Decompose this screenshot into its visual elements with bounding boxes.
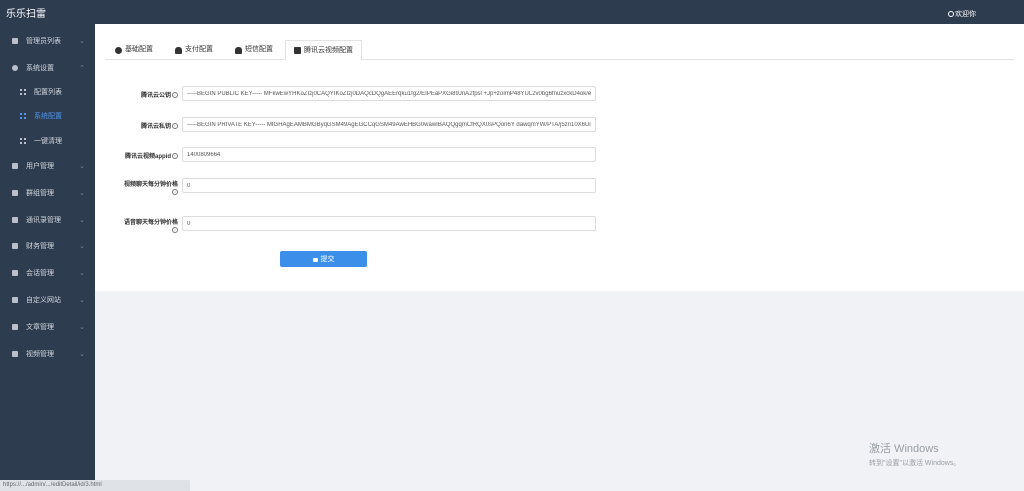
chevron-down-icon: ⌄ [79, 38, 85, 45]
sidebar-item-session-management[interactable]: 会话管理 ⌄ [0, 265, 95, 281]
group-icon [12, 190, 18, 196]
info-icon: i [172, 153, 178, 160]
gear-icon [12, 65, 18, 71]
sidebar-item-system-settings[interactable]: 系统设置 ⌃ [0, 60, 95, 76]
config-tabs: 基础配置 支付配置 短信配置 腾讯云视频配置 [105, 40, 1014, 61]
submit-button[interactable]: 提交 [280, 251, 367, 267]
tab-label: 腾讯云视频配置 [304, 46, 353, 54]
sidebar-item-finance-management[interactable]: 财务管理 ⌄ [0, 238, 95, 254]
sidebar-item-custom-website[interactable]: 自定义网站 ⌄ [0, 292, 95, 308]
cube-icon [294, 47, 301, 54]
sidebar-item-label: 管理员列表 [26, 38, 61, 45]
welcome-label: 欢迎你 [955, 11, 976, 18]
cloud-icon [235, 46, 242, 54]
sidebar-item-admin-list[interactable]: 管理员列表 ⌄ [0, 33, 95, 49]
sidebar-item-label: 通讯录管理 [26, 217, 61, 224]
welcome-menu[interactable]: 欢迎你 [948, 9, 976, 19]
field-label-text: 腾讯云公钥 [140, 93, 171, 99]
sidebar-item-system-config[interactable]: 系统配置 [0, 108, 95, 124]
tab-payment-config[interactable]: 支付配置 [175, 40, 213, 60]
chevron-up-icon: ⌃ [79, 65, 85, 72]
info-icon: i [172, 123, 178, 130]
field-label: 语音聊天每分钟价格 i [100, 219, 178, 235]
sidebar-item-one-click-clean[interactable]: 一键清理 [0, 133, 95, 149]
sidebar-item-article-management[interactable]: 文章管理 ⌄ [0, 319, 95, 335]
user-icon [12, 217, 18, 223]
sidebar-item-label: 文章管理 [26, 324, 54, 331]
tab-label: 支付配置 [185, 46, 213, 53]
user-icon [12, 163, 18, 169]
gear-icon [115, 46, 122, 54]
main-content: 基础配置 支付配置 短信配置 腾讯云视频配置 腾讯云公钥i 腾讯云私钥i 腾讯云… [95, 24, 1024, 291]
user-circle-icon [948, 11, 954, 17]
sidebar-item-label: 系统配置 [34, 113, 62, 120]
chevron-down-icon: ⌄ [79, 270, 85, 277]
chevron-down-icon: ⌄ [79, 351, 85, 358]
chevron-down-icon: ⌄ [79, 297, 85, 304]
activation-title: 激活 Windows [869, 443, 939, 455]
grid-icon [20, 113, 26, 119]
chart-icon [12, 243, 18, 249]
doc-icon [12, 324, 18, 330]
private-key-input[interactable] [182, 117, 596, 132]
sidebar-item-label: 群组管理 [26, 190, 54, 197]
sidebar: 管理员列表 ⌄ 系统设置 ⌃ 配置列表 系统配置 一键清理 用户管理 ⌄ 群组管… [0, 24, 95, 491]
sidebar-item-label: 一键清理 [34, 138, 62, 145]
field-label-text: 腾讯云私钥 [140, 124, 171, 130]
top-bar: 乐乐扫雷 欢迎你 [0, 0, 1024, 24]
chat-icon [12, 270, 18, 276]
sidebar-item-user-management[interactable]: 用户管理 ⌄ [0, 158, 95, 174]
activation-hint: 转到"设置"以激活 Windows。 [869, 460, 961, 467]
sidebar-item-label: 会话管理 [26, 270, 54, 277]
chevron-down-icon: ⌄ [79, 217, 85, 224]
chevron-down-icon: ⌄ [79, 324, 85, 331]
appid-input[interactable] [182, 147, 596, 162]
field-label: 腾讯云私钥 i [100, 121, 178, 130]
field-label-text: 语音聊天每分钟价格 [123, 220, 178, 226]
sidebar-item-label: 财务管理 [26, 243, 54, 250]
sidebar-item-label: 配置列表 [34, 89, 62, 96]
voice-price-input[interactable] [182, 216, 596, 231]
field-label-text: 腾讯云视频appid [125, 154, 171, 160]
browser-status-url: https://.../admin/.../editDetail/id/3.ht… [0, 480, 190, 491]
lock-icon [312, 258, 318, 262]
field-label: 腾讯云公钥 i [100, 90, 178, 99]
tab-tencent-video-config[interactable]: 腾讯云视频配置 [285, 40, 362, 61]
sidebar-item-label: 系统设置 [26, 65, 54, 72]
tab-basic-config[interactable]: 基础配置 [115, 40, 153, 60]
grid-icon [20, 89, 26, 95]
video-price-input[interactable] [182, 178, 596, 193]
monitor-icon [12, 297, 18, 303]
info-icon: i [172, 189, 178, 196]
sidebar-item-label: 视频管理 [26, 351, 54, 358]
windows-activation-watermark: 激活 Windows 转到"设置"以激活 Windows。 [869, 440, 960, 468]
sidebar-item-config-list[interactable]: 配置列表 [0, 84, 95, 100]
grid-icon [20, 138, 26, 144]
sidebar-item-group-management[interactable]: 群组管理 ⌄ [0, 185, 95, 201]
sidebar-item-label: 用户管理 [26, 163, 54, 170]
chevron-down-icon: ⌄ [79, 243, 85, 250]
public-key-input[interactable] [182, 86, 596, 101]
cloud-icon [175, 46, 182, 54]
field-label: 腾讯云视频appid i [100, 151, 178, 160]
user-icon [12, 38, 18, 44]
video-icon [12, 351, 18, 357]
field-label: 视频聊天每分钟价格 i [100, 181, 178, 197]
info-icon: i [172, 227, 178, 234]
sidebar-item-video-management[interactable]: 视频管理 ⌄ [0, 346, 95, 362]
app-title: 乐乐扫雷 [6, 9, 46, 20]
sidebar-item-contacts-management[interactable]: 通讯录管理 ⌄ [0, 212, 95, 228]
chevron-down-icon: ⌄ [79, 163, 85, 170]
submit-label: 提交 [320, 256, 335, 263]
tab-label: 短信配置 [245, 46, 273, 53]
chevron-down-icon: ⌄ [79, 190, 85, 197]
tab-label: 基础配置 [125, 46, 153, 53]
tab-sms-config[interactable]: 短信配置 [235, 40, 273, 60]
sidebar-item-label: 自定义网站 [26, 297, 61, 304]
info-icon: i [172, 92, 178, 99]
field-label-text: 视频聊天每分钟价格 [123, 182, 178, 188]
